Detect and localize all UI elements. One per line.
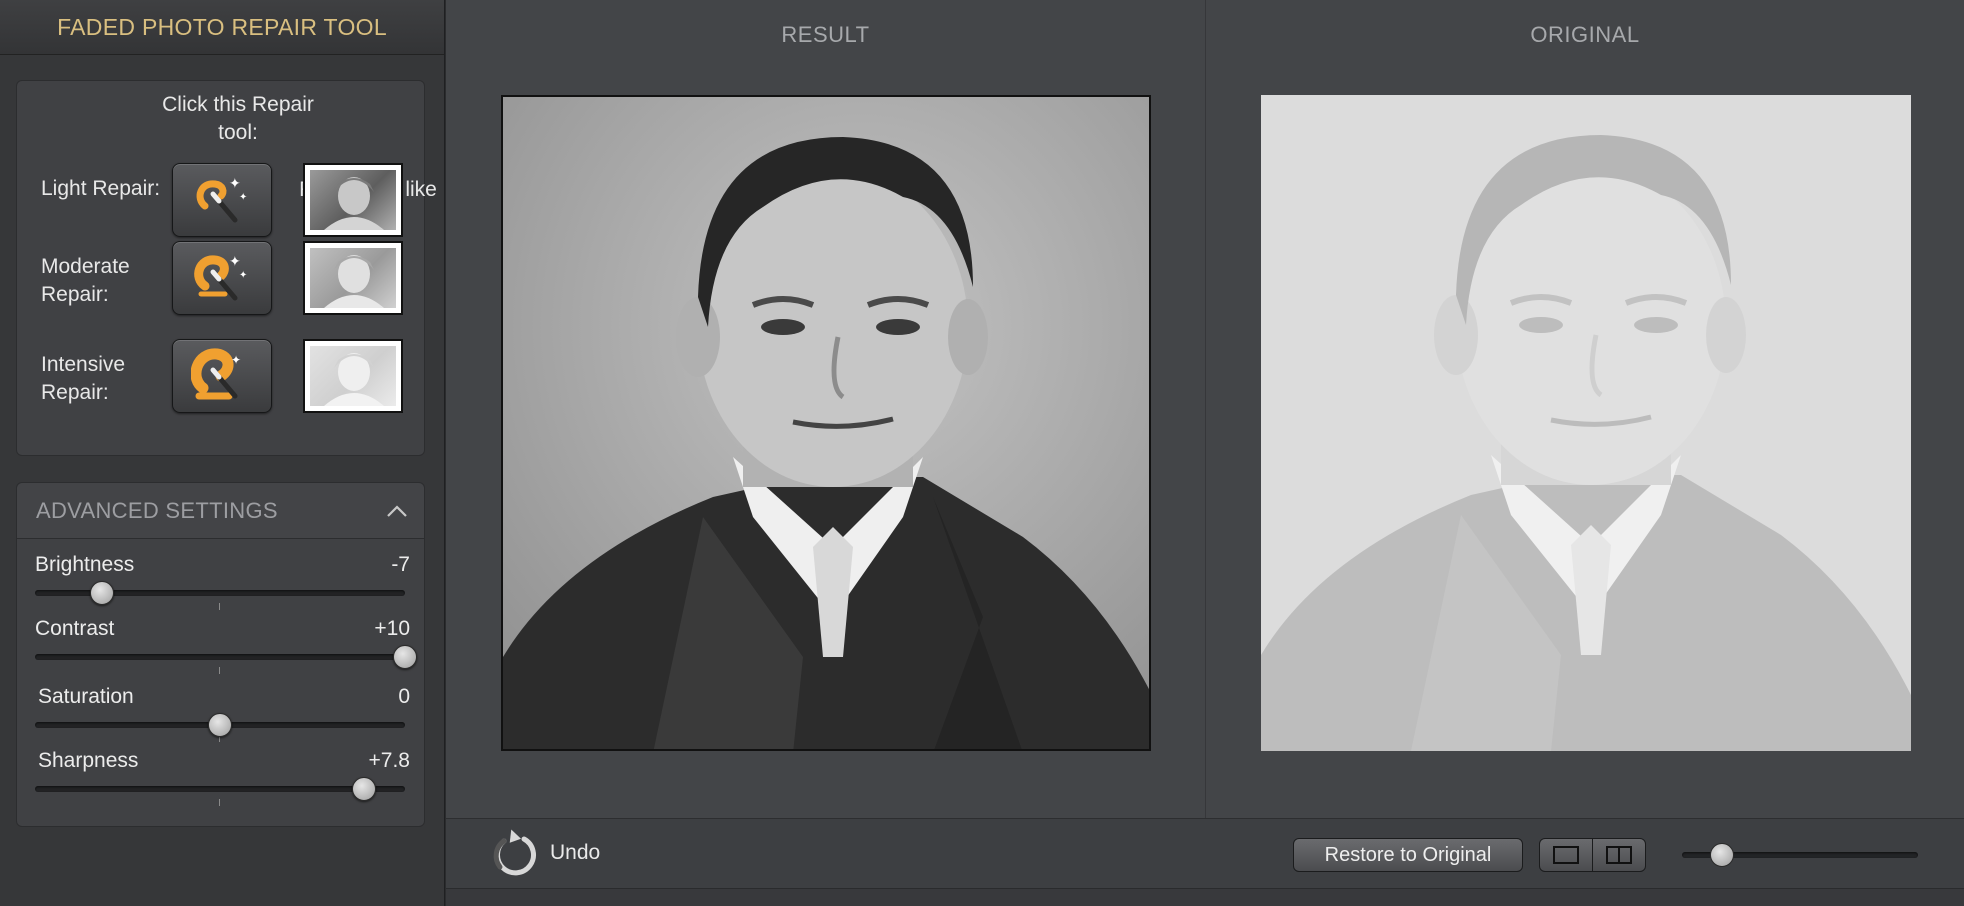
moderate-repair-sample-thumb [303, 241, 403, 315]
split-view-icon [1606, 846, 1632, 864]
sharpness-slider-track[interactable] [35, 786, 405, 792]
intensive-repair-button[interactable]: ✦ [172, 339, 272, 413]
sidebar-header: FADED PHOTO REPAIR TOOL [0, 0, 444, 55]
sidebar: FADED PHOTO REPAIR TOOL Click this Repai… [0, 0, 445, 906]
contrast-value: +10 [374, 617, 410, 640]
portrait-thumbnail-icon [324, 177, 384, 230]
bottom-toolbar: Undo Restore to Original [446, 818, 1964, 888]
app-title: FADED PHOTO REPAIR TOOL [57, 13, 387, 40]
svg-text:✦: ✦ [239, 192, 247, 203]
original-title: ORIGINAL [1530, 22, 1640, 47]
advanced-settings-title: ADVANCED SETTINGS [36, 497, 278, 523]
svg-text:✦: ✦ [231, 353, 241, 367]
undo-button[interactable]: Undo [550, 841, 600, 865]
brightness-value: -7 [391, 553, 410, 576]
result-pane: RESULT [446, 0, 1206, 818]
portrait-thumbnail-icon [324, 353, 384, 406]
portrait-thumbnail-icon [324, 255, 384, 308]
bottom-strip [446, 888, 1964, 906]
undo-icon[interactable] [490, 827, 538, 877]
contrast-slider-track[interactable] [35, 654, 405, 660]
light-repair-sample-thumb [303, 163, 403, 237]
result-photo [501, 95, 1151, 751]
zoom-slider-knob[interactable] [1710, 843, 1735, 867]
repair-label-light: Light Repair: [41, 177, 161, 200]
advanced-settings-panel: ADVANCED SETTINGS Brightness -7 Contrast… [16, 482, 425, 827]
contrast-label: Contrast [35, 617, 115, 640]
magic-wand-icon: ✦ ✦ [194, 254, 247, 301]
sharpness-label: Sharpness [38, 749, 139, 772]
result-title: RESULT [781, 22, 870, 47]
svg-text:✦: ✦ [229, 176, 241, 192]
saturation-label: Saturation [38, 685, 134, 708]
repair-row-intensive: Intensive Repair: ✦ [17, 339, 426, 419]
original-photo [1261, 95, 1911, 751]
sharpness-slider-group: Sharpness +7.8 [17, 749, 426, 813]
original-pane: ORIGINAL [1206, 0, 1964, 818]
brightness-slider-group: Brightness -7 [17, 553, 426, 617]
saturation-slider-knob[interactable] [208, 713, 232, 737]
sharpness-value: +7.8 [368, 749, 410, 772]
portrait-photo-image [1261, 95, 1911, 751]
contrast-slider-knob[interactable] [393, 645, 417, 669]
sharpness-center-tick [219, 799, 220, 806]
contrast-center-tick [219, 667, 220, 674]
svg-text:✦: ✦ [239, 270, 247, 281]
light-repair-button[interactable]: ✦ ✦ [172, 163, 272, 237]
repair-label-moderate: Moderate Repair: [41, 255, 130, 306]
saturation-slider-group: Saturation 0 [17, 685, 426, 749]
chevron-up-icon[interactable] [384, 499, 410, 525]
repair-row-light: Light Repair: ✦ ✦ [17, 163, 426, 243]
split-view-button[interactable] [1592, 839, 1645, 871]
portrait-photo-image [503, 97, 1149, 749]
repair-label-intensive: Intensive Repair: [41, 353, 126, 404]
brightness-label: Brightness [35, 553, 135, 576]
repair-panel: Click this Repair tool: For photos like … [16, 80, 437, 456]
brightness-slider-knob[interactable] [89, 581, 114, 605]
restore-to-original-button[interactable]: Restore to Original [1293, 838, 1523, 872]
sharpness-slider-knob[interactable] [352, 777, 377, 801]
moderate-repair-button[interactable]: ✦ ✦ [172, 241, 272, 315]
intensive-repair-sample-thumb [303, 339, 403, 413]
magic-wand-icon: ✦ [191, 348, 241, 400]
main-area: RESULT ORIGINAL Undo Restore to Original [446, 0, 1964, 906]
advanced-settings-header[interactable]: ADVANCED SETTINGS [17, 483, 424, 539]
tool-column-header: Click this Repair tool: [162, 93, 314, 144]
brightness-center-tick [219, 603, 220, 610]
contrast-slider-group: Contrast +10 [17, 617, 426, 681]
magic-wand-icon: ✦ ✦ [196, 176, 247, 223]
saturation-value: 0 [398, 685, 410, 708]
view-mode-toggle [1539, 838, 1646, 872]
single-view-button[interactable] [1540, 839, 1592, 871]
svg-text:✦: ✦ [229, 254, 241, 270]
repair-row-moderate: Moderate Repair: ✦ ✦ [17, 241, 426, 321]
single-view-icon [1553, 846, 1579, 864]
